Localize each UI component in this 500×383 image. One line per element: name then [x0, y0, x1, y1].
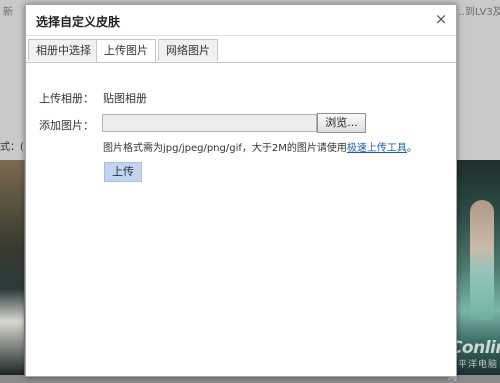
custom-skin-dialog: 选择自定义皮肤 × 相册中选择 上传图片 网络图片 上传相册： 贴图相册 添加图…	[25, 4, 457, 377]
fast-upload-tool-link[interactable]: 极速上传工具	[347, 143, 407, 154]
background-photo-left	[0, 160, 24, 375]
upload-hint-end: 。	[406, 143, 417, 154]
browse-button[interactable]: 浏览...	[317, 113, 366, 133]
upload-button[interactable]: 上传	[104, 162, 142, 182]
tab-upload-image[interactable]: 上传图片	[96, 39, 156, 62]
upload-hint: 图片格式需为jpg/jpeg/png/gif，大于2M的图片请使用极速上传工具。	[103, 139, 417, 154]
tab-album-select[interactable]: 相册中选择	[28, 39, 99, 61]
background-figure	[470, 200, 494, 320]
upload-hint-text: 图片格式需为jpg/jpeg/png/gif，大于2M的图片请使用	[103, 143, 347, 154]
background-left-label: 式：(	[0, 142, 24, 153]
upload-album-value: 贴图相册	[103, 92, 147, 105]
upload-album-label: 上传相册：	[39, 92, 94, 105]
close-icon[interactable]: ×	[432, 10, 450, 28]
dialog-header: 选择自定义皮肤 ×	[26, 5, 456, 36]
add-image-label: 添加图片：	[39, 119, 94, 132]
file-path-input[interactable]	[102, 114, 317, 132]
dialog-title: 选择自定义皮肤	[36, 15, 121, 29]
tab-bar: 相册中选择 上传图片 网络图片	[26, 37, 456, 63]
background-top-left-text: 新	[3, 7, 13, 18]
tab-web-image[interactable]: 网络图片	[158, 39, 218, 61]
